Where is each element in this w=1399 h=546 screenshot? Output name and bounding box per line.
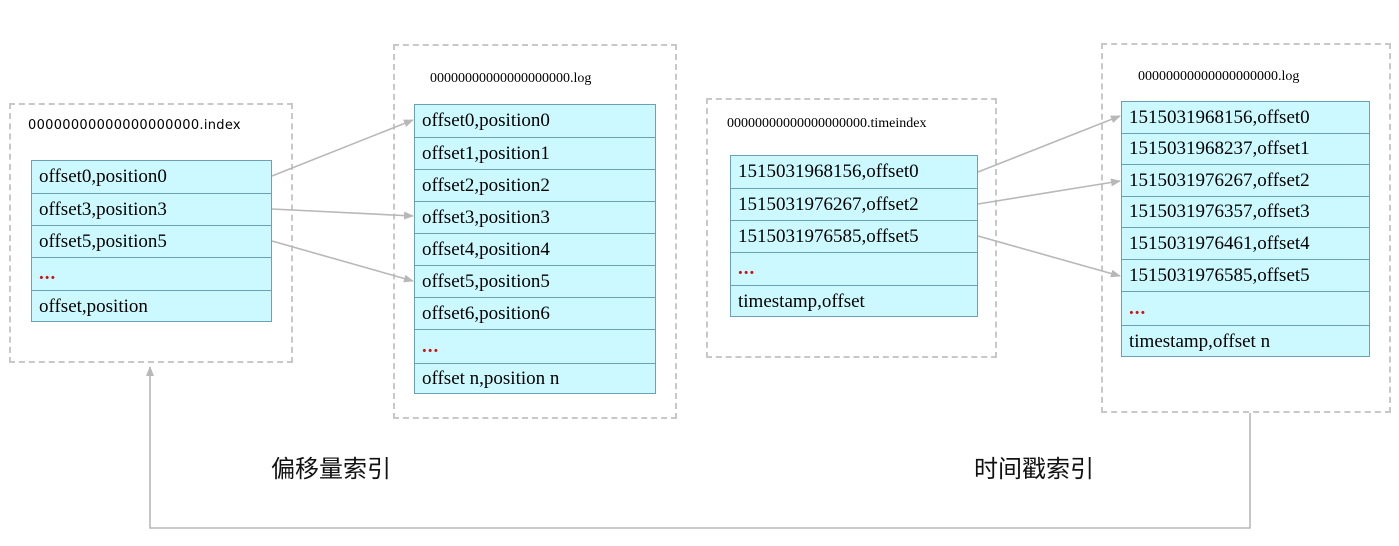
timestamp-index-caption: 时间戳索引	[974, 455, 1094, 483]
arrow-offset3	[271, 208, 414, 220]
arrow-ts-offset2	[977, 178, 1121, 205]
offset-index-caption: 偏移量索引	[271, 455, 391, 483]
arrow-ts-offset0	[977, 115, 1121, 173]
arrow-offset0	[271, 119, 414, 177]
arrow-offset5	[271, 240, 414, 283]
return-arrow-line	[146, 366, 1251, 529]
arrow-ts-offset5	[977, 235, 1121, 278]
connector-layer	[146, 115, 1251, 529]
